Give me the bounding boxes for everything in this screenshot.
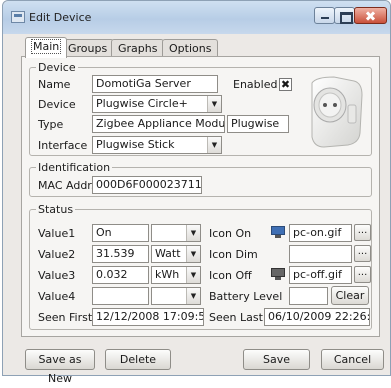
seen-first-field[interactable]: 12/12/2008 17:09:58	[92, 308, 204, 326]
value1-unit-select[interactable]: ▼	[151, 224, 201, 242]
value3-unit-value: kWh	[155, 268, 180, 281]
icon-on-field[interactable]: pc-on.gif	[289, 224, 352, 242]
value3-unit-select[interactable]: kWh ▼	[151, 266, 201, 284]
mac-address-field[interactable]: 000D6F000023711F	[92, 176, 202, 194]
save-as-new-button[interactable]: Save as New	[25, 349, 95, 385]
tab-groups[interactable]: Groups	[61, 39, 115, 57]
close-button[interactable]	[354, 7, 387, 24]
save-button[interactable]: Save	[243, 349, 310, 370]
device-window-icon	[11, 11, 25, 23]
value4-field[interactable]	[92, 287, 149, 305]
name-label: Name	[38, 78, 71, 91]
icon-dim-field[interactable]	[289, 245, 352, 263]
delete-button[interactable]: Delete	[105, 349, 171, 370]
name-field[interactable]: DomotiGa Server	[92, 75, 218, 93]
interface-select[interactable]: Plugwise Stick ▼	[92, 136, 222, 154]
device-select-value: Plugwise Circle+	[96, 97, 188, 110]
chevron-down-icon[interactable]: ▼	[186, 225, 200, 241]
chevron-down-icon[interactable]: ▼	[186, 288, 200, 304]
monitor-on-icon	[271, 226, 285, 238]
type-brand-field[interactable]: Plugwise	[227, 115, 289, 133]
icon-dim-label: Icon Dim	[209, 248, 258, 261]
value2-field[interactable]: 31.539	[92, 245, 149, 263]
mac-address-label: MAC Addr.	[38, 179, 95, 192]
icon-on-browse-button[interactable]: ...	[354, 224, 371, 241]
icon-off-browse-button[interactable]: ...	[354, 266, 371, 283]
device-label: Device	[38, 98, 76, 111]
interface-label: Interface	[38, 139, 88, 152]
status-group-legend: Status	[38, 203, 74, 216]
identification-group-legend: Identification	[38, 161, 111, 174]
chevron-down-icon[interactable]: ▼	[186, 267, 200, 283]
value3-label: Value3	[38, 269, 76, 282]
enabled-label: Enabled	[233, 78, 278, 91]
seen-last-field[interactable]: 06/10/2009 22:26:08	[264, 308, 370, 326]
cancel-button[interactable]: Cancel	[321, 349, 384, 370]
battery-level-field[interactable]	[289, 287, 328, 305]
type-field[interactable]: Zigbee Appliance Module	[92, 115, 225, 133]
interface-select-value: Plugwise Stick	[96, 138, 175, 151]
tab-main[interactable]: Main	[25, 37, 68, 58]
value3-field[interactable]: 0.032	[92, 266, 149, 284]
icon-on-label: Icon On	[209, 227, 252, 240]
chevron-down-icon[interactable]: ▼	[186, 246, 200, 262]
device-select[interactable]: Plugwise Circle+ ▼	[92, 95, 222, 113]
clear-button[interactable]: Clear	[331, 286, 369, 305]
battery-level-label: Battery Level	[209, 290, 283, 303]
chevron-down-icon[interactable]: ▼	[207, 96, 221, 112]
type-label: Type	[38, 118, 64, 131]
tab-graphs[interactable]: Graphs	[111, 39, 165, 57]
seen-first-label: Seen First	[38, 311, 93, 324]
icon-dim-browse-button[interactable]: ...	[354, 245, 371, 262]
window-title: Edit Device	[29, 11, 92, 24]
value1-field[interactable]: On	[92, 224, 149, 242]
tab-options[interactable]: Options	[162, 39, 219, 57]
value1-label: Value1	[38, 227, 76, 240]
icon-off-field[interactable]: pc-off.gif	[289, 266, 352, 284]
device-group-legend: Device	[38, 61, 76, 74]
plug-device-image	[311, 76, 363, 148]
value2-label: Value2	[38, 248, 76, 261]
value4-unit-select[interactable]: ▼	[151, 287, 201, 305]
enabled-checkbox[interactable]: ✖	[279, 78, 292, 91]
monitor-off-icon	[271, 268, 285, 280]
icon-off-label: Icon Off	[209, 269, 252, 282]
value2-unit-value: Watt	[155, 247, 181, 260]
value2-unit-select[interactable]: Watt ▼	[151, 245, 201, 263]
value4-label: Value4	[38, 290, 76, 303]
minimize-button[interactable]	[314, 7, 335, 24]
edit-device-window: Edit Device Main Groups Graphs Options D…	[2, 0, 391, 385]
main-tab-panel: Device Name DomotiGa Server Enabled ✖ De…	[21, 56, 380, 337]
chevron-down-icon[interactable]: ▼	[207, 137, 221, 153]
seen-last-label: Seen Last	[209, 311, 263, 324]
title-bar[interactable]: Edit Device	[3, 1, 390, 34]
maximize-button[interactable]	[334, 7, 355, 24]
